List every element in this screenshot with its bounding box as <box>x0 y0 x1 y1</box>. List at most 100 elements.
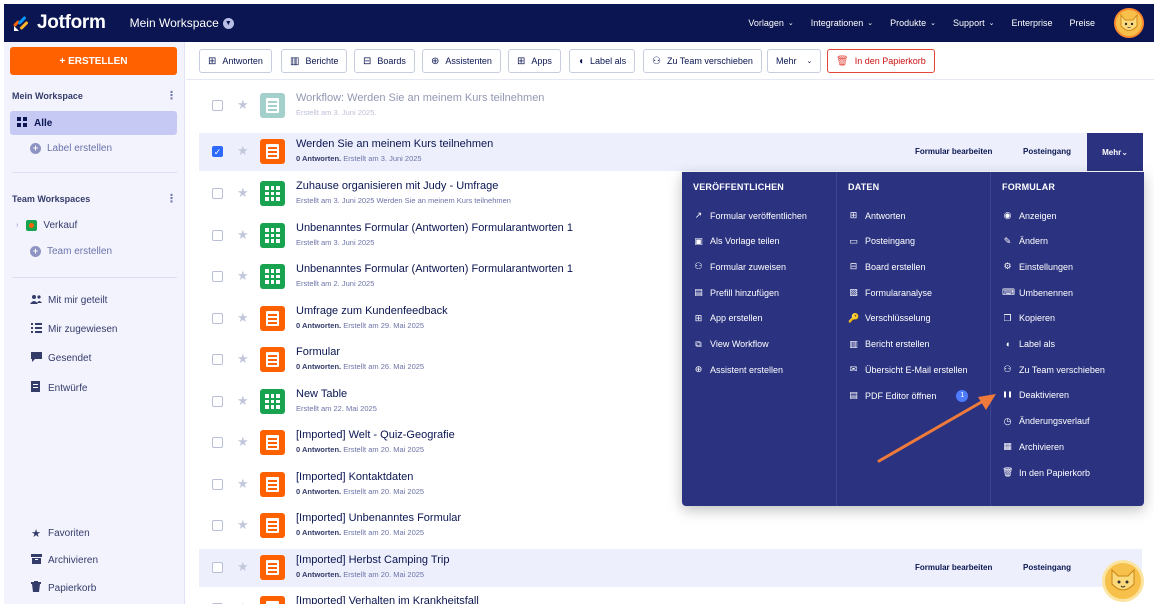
form-title[interactable]: Unbenanntes Formular (Antworten) Formula… <box>296 222 573 234</box>
form-title[interactable]: [Imported] Verhalten im Krankheitsfall <box>296 595 479 604</box>
form-title[interactable]: [Imported] Unbenanntes Formular <box>296 512 461 524</box>
menu-item-posteingang[interactable]: ▭ Posteingang <box>848 236 915 247</box>
table-row[interactable]: ★ [Imported] Herbst Camping Trip 0 Antwort… <box>199 549 1142 587</box>
star-icon[interactable]: ★ <box>237 97 249 113</box>
menu-item-verschlüsselung[interactable]: 🔑 Verschlüsselung <box>848 313 931 324</box>
row-checkbox[interactable]: ✓ <box>212 146 223 157</box>
menu-item-label-als[interactable]: ◖ Label als <box>1002 339 1055 349</box>
menu-item-anzeigen[interactable]: ◉ Anzeigen <box>1002 210 1057 221</box>
menu-item-änderungsverlauf[interactable]: ◷ Änderungsverlauf <box>1002 416 1090 427</box>
more-button[interactable]: Mehr ⌄ <box>767 49 822 73</box>
menu-item-zu-team-verschieben[interactable]: ⚇ Zu Team verschieben <box>1002 364 1104 375</box>
row-checkbox[interactable] <box>212 100 223 111</box>
edit-form-button[interactable]: Formular bearbeiten <box>915 147 992 156</box>
responses-button[interactable]: ⊞ Antworten <box>199 49 272 73</box>
row-checkbox[interactable] <box>212 479 223 490</box>
more-options-icon[interactable]: ⋮ <box>166 89 177 102</box>
row-checkbox[interactable] <box>212 271 223 282</box>
menu-item-formular-zuweisen[interactable]: ⚇ Formular zuweisen <box>693 261 786 272</box>
label-as-button[interactable]: ◖ Label als <box>569 49 636 73</box>
form-title[interactable]: [Imported] Welt - Quiz-Geografie <box>296 429 455 441</box>
sidebar-item-sent[interactable]: Gesendet <box>30 352 91 365</box>
nav-item-enterprise[interactable]: Enterprise <box>1011 18 1052 28</box>
create-button[interactable]: + ERSTELLEN <box>10 47 177 75</box>
menu-item-formularanalyse[interactable]: ▧ Formularanalyse <box>848 287 932 298</box>
star-icon[interactable]: ★ <box>237 185 249 201</box>
workspace-selector[interactable]: Mein Workspace ▼ <box>130 16 234 30</box>
sidebar-item-assigned[interactable]: Mir zugewiesen <box>30 323 117 336</box>
boards-button[interactable]: ⊟ Boards <box>354 49 415 73</box>
menu-item-formular-veröffentlichen[interactable]: ↗ Formular veröffentlichen <box>693 210 807 221</box>
nav-item-support[interactable]: Support ⌄ <box>953 18 994 28</box>
table-row[interactable]: ★ [Imported] Verhalten im Krankheitsfall <box>199 590 1142 604</box>
row-checkbox[interactable] <box>212 230 223 241</box>
menu-item-als-vorlage-teilen[interactable]: ▣ Als Vorlage teilen <box>693 236 779 247</box>
menu-item-board-erstellen[interactable]: ⊟ Board erstellen <box>848 261 926 272</box>
jotform-logo[interactable]: Jotform <box>12 12 106 34</box>
avatar[interactable] <box>1114 8 1144 38</box>
star-icon[interactable]: ★ <box>237 310 249 326</box>
star-icon[interactable]: ★ <box>237 476 249 492</box>
row-checkbox[interactable] <box>212 188 223 199</box>
row-checkbox[interactable] <box>212 562 223 573</box>
row-more-button[interactable]: Mehr ⌄ <box>1087 133 1143 171</box>
nav-item-vorlagen[interactable]: Vorlagen ⌄ <box>748 18 793 28</box>
star-icon[interactable]: ★ <box>237 143 249 159</box>
inbox-button[interactable]: Posteingang <box>1023 563 1071 572</box>
assistants-button[interactable]: ⊕ Assistenten <box>422 49 501 73</box>
menu-item-antworten[interactable]: ⊞ Antworten <box>848 210 906 221</box>
star-icon[interactable]: ★ <box>237 600 249 604</box>
assistant-avatar-button[interactable] <box>1102 560 1144 602</box>
form-title[interactable]: Zuhause organisieren mit Judy - Umfrage <box>296 180 498 192</box>
move-to-team-button[interactable]: ⚇ Zu Team verschieben <box>643 49 762 73</box>
menu-item-in-den-papierkorb[interactable]: 🗑 In den Papierkorb <box>1002 467 1090 478</box>
form-title[interactable]: Unbenanntes Formular (Antworten) Formula… <box>296 263 573 275</box>
form-title[interactable]: Formular <box>296 346 340 358</box>
sidebar-item-archive[interactable]: Archivieren <box>30 554 98 567</box>
form-title[interactable]: Workflow: Werden Sie an meinem Kurs teil… <box>296 92 544 104</box>
form-title[interactable]: Werden Sie an meinem Kurs teilnehmen <box>296 138 493 150</box>
row-checkbox[interactable] <box>212 520 223 531</box>
row-checkbox[interactable] <box>212 396 223 407</box>
nav-item-preise[interactable]: Preise <box>1069 18 1095 28</box>
row-checkbox[interactable] <box>212 354 223 365</box>
apps-button[interactable]: ⊞ Apps <box>508 49 561 73</box>
row-checkbox[interactable] <box>212 313 223 324</box>
create-team-link[interactable]: + Team erstellen <box>30 246 112 257</box>
sidebar-item-trash[interactable]: Papierkorb <box>30 581 96 595</box>
form-title[interactable]: [Imported] Kontaktdaten <box>296 471 413 483</box>
form-title[interactable]: New Table <box>296 388 347 400</box>
reports-button[interactable]: ▥ Berichte <box>281 49 348 73</box>
sidebar-item-drafts[interactable]: Entwürfe <box>30 381 87 395</box>
form-title[interactable]: [Imported] Herbst Camping Trip <box>296 554 449 566</box>
table-row[interactable]: ★ [Imported] Unbenanntes Formular 0 Antwor… <box>199 507 1142 545</box>
menu-item-pdf-editor-öffnen[interactable]: ▤ PDF Editor öffnen 1 <box>848 389 969 402</box>
menu-item-übersicht-e-mail-erstellen[interactable]: ✉ Übersicht E-Mail erstellen <box>848 364 968 375</box>
inbox-button[interactable]: Posteingang <box>1023 147 1071 156</box>
table-row[interactable]: ★ Workflow: Werden Sie an meinem Kurs tei… <box>199 87 1142 125</box>
menu-item-view-workflow[interactable]: ⧉ View Workflow <box>693 339 768 350</box>
menu-item-assistent-erstellen[interactable]: ⊕ Assistent erstellen <box>693 364 783 375</box>
menu-item-kopieren[interactable]: ❐ Kopieren <box>1002 313 1055 324</box>
menu-item-ändern[interactable]: ✎ Ändern <box>1002 236 1048 247</box>
menu-item-prefill-hinzufügen[interactable]: ▤ Prefill hinzufügen <box>693 287 779 298</box>
sidebar-item-shared[interactable]: Mit mir geteilt <box>30 294 107 307</box>
star-icon[interactable]: ★ <box>237 351 249 367</box>
sidebar-item-all[interactable]: Alle <box>10 111 177 135</box>
form-title[interactable]: Umfrage zum Kundenfeedback <box>296 305 448 317</box>
row-checkbox[interactable] <box>212 437 223 448</box>
menu-item-deaktivieren[interactable]: ❚❚ Deaktivieren <box>1002 390 1069 400</box>
menu-item-archivieren[interactable]: ▦ Archivieren <box>1002 441 1064 452</box>
star-icon[interactable]: ★ <box>237 227 249 243</box>
edit-form-button[interactable]: Formular bearbeiten <box>915 563 992 572</box>
sidebar-item-favorites[interactable]: ★ Favoriten <box>30 527 90 540</box>
create-label-link[interactable]: + Label erstellen <box>30 143 112 154</box>
star-icon[interactable]: ★ <box>237 517 249 533</box>
star-icon[interactable]: ★ <box>237 434 249 450</box>
star-icon[interactable]: ★ <box>237 268 249 284</box>
star-icon[interactable]: ★ <box>237 393 249 409</box>
nav-item-produkte[interactable]: Produkte ⌄ <box>890 18 936 28</box>
menu-item-bericht-erstellen[interactable]: ▥ Bericht erstellen <box>848 339 929 350</box>
move-to-trash-button[interactable]: 🗑 In den Papierkorb <box>827 49 935 73</box>
sidebar-item-team-verkauf[interactable]: › Verkauf <box>16 220 77 231</box>
